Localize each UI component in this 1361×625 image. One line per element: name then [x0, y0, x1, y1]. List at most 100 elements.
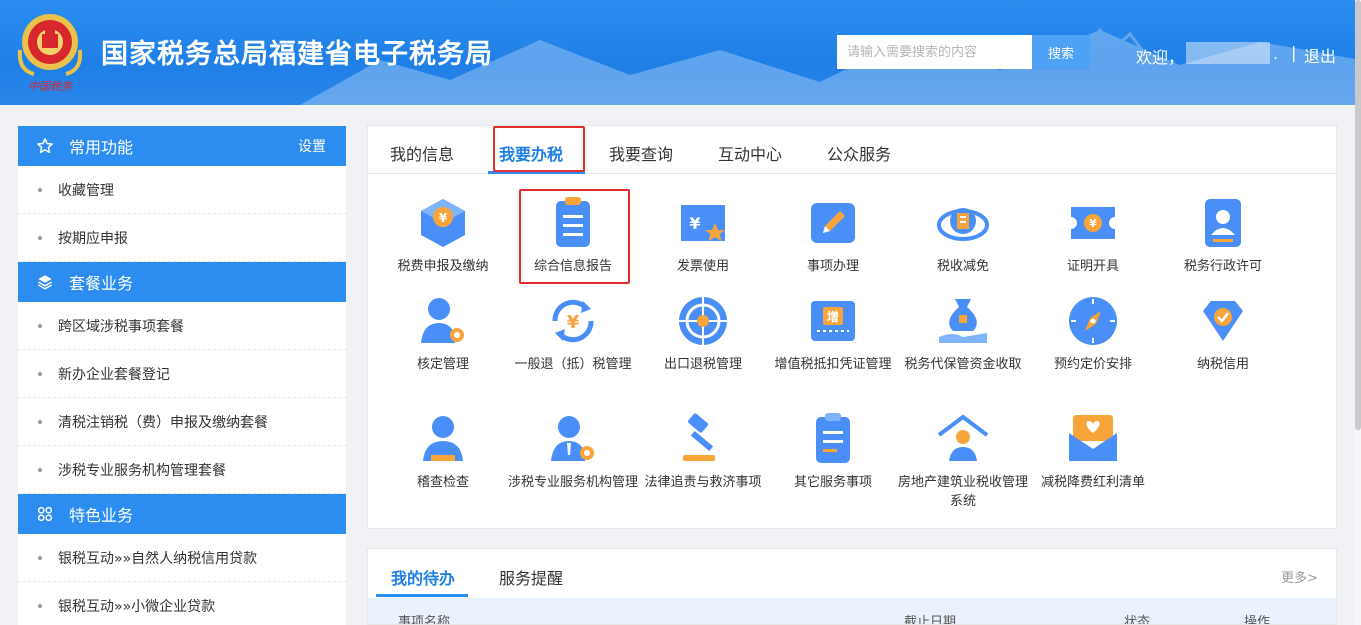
func-label: 减税降费红利清单: [1040, 475, 1145, 490]
diamond-check-icon: [1203, 301, 1243, 341]
col-action: 操作: [1244, 615, 1271, 625]
func-label: 证明开具: [1066, 259, 1119, 274]
sidebar-item-label: 收藏管理: [58, 182, 114, 199]
tab-query[interactable]: 我要查询: [609, 141, 673, 165]
sidebar-item-periodic-declare[interactable]: 按期应申报: [18, 214, 346, 262]
func-other-services[interactable]: 其它服务事项: [768, 409, 898, 492]
bullet-icon: [38, 603, 42, 608]
func-vat-voucher[interactable]: 增 增值税抵扣凭证管理: [768, 291, 898, 374]
func-refund[interactable]: ¥ 一般退（抵）税管理: [508, 291, 638, 374]
sidebar-item-cross-region[interactable]: 跨区域涉税事项套餐: [18, 302, 346, 350]
star-icon: [33, 134, 57, 158]
sidebar-section-common: 常用功能 设置: [18, 126, 346, 166]
func-real-estate[interactable]: 房地产建筑业税收管理系统: [898, 409, 1028, 511]
todo-table-header: 事项名称 截止日期 状态 操作: [368, 598, 1336, 625]
sidebar-section-special: 特色业务: [18, 494, 346, 534]
more-link[interactable]: 更多>: [1281, 567, 1318, 586]
func-label: 涉税专业服务机构管理: [508, 475, 639, 490]
sidebar-item-favorites[interactable]: 收藏管理: [18, 166, 346, 214]
func-admin-license[interactable]: 税务行政许可: [1158, 193, 1288, 276]
gavel-icon: [683, 413, 715, 461]
envelope-heart-icon: [1069, 415, 1117, 461]
func-label: 其它服务事项: [793, 475, 872, 490]
settings-link[interactable]: 设置: [298, 136, 326, 156]
bullet-icon: [38, 419, 42, 424]
func-certificate[interactable]: ¥ 证明开具: [1028, 193, 1158, 276]
agency-gear-icon: [551, 416, 594, 461]
sidebar-item-label: 银税互动»»自然人纳税信用贷款: [58, 550, 258, 567]
license-icon: [1205, 199, 1241, 247]
tab-my-todo[interactable]: 我的待办: [391, 565, 455, 589]
section-title: 套餐业务: [69, 274, 134, 293]
sidebar-item-label: 银税互动»»小微企业贷款: [58, 598, 216, 615]
sidebar-item-label: 新办企业套餐登记: [58, 366, 170, 383]
sidebar-item-sme-loan[interactable]: 银税互动»»小微企业贷款: [18, 582, 346, 625]
tab-my-info[interactable]: 我的信息: [390, 141, 454, 165]
func-agency-mgmt[interactable]: 涉税专业服务机构管理: [508, 409, 638, 492]
func-tax-relief[interactable]: 税收减免: [898, 193, 1028, 276]
sidebar-item-label: 清税注销税（费）申报及缴纳套餐: [58, 414, 268, 431]
func-label: 法律追责与救济事项: [644, 475, 762, 490]
search-input[interactable]: [837, 35, 1032, 69]
vat-voucher-icon: 增: [811, 301, 855, 341]
func-tax-declare[interactable]: ¥ 税费申报及缴纳: [378, 193, 508, 276]
func-tax-cut-list[interactable]: 减税降费红利清单: [1028, 409, 1158, 492]
func-export-refund[interactable]: 出口退税管理: [638, 291, 768, 374]
site-title: 国家税务总局福建省电子税务局: [101, 39, 493, 70]
tab-public-service[interactable]: 公众服务: [827, 141, 891, 165]
bullet-icon: [38, 235, 42, 240]
func-label: 预约定价安排: [1053, 357, 1132, 372]
globe-icon: [679, 297, 727, 345]
func-label: 增值税抵扣凭证管理: [774, 357, 892, 372]
func-label: 一般退（抵）税管理: [514, 357, 632, 372]
sidebar-item-agency-package[interactable]: 涉税专业服务机构管理套餐: [18, 446, 346, 494]
tab-service-reminder[interactable]: 服务提醒: [499, 565, 563, 589]
tax-declare-icon: ¥: [421, 199, 465, 247]
func-label: 房地产建筑业税收管理系统: [898, 475, 1029, 509]
pen-edit-icon: [811, 203, 855, 243]
func-matters[interactable]: 事项办理: [768, 193, 898, 276]
compass-icon: [1069, 297, 1117, 345]
page-scrollbar[interactable]: [1355, 0, 1361, 625]
sidebar-section-package: 套餐业务: [18, 262, 346, 302]
refund-icon: ¥: [552, 299, 594, 343]
func-label: 税费申报及缴纳: [397, 259, 489, 274]
svg-text:¥: ¥: [567, 312, 580, 333]
search-button[interactable]: 搜索: [1032, 35, 1090, 69]
username-dot: .: [1273, 44, 1279, 63]
tax-relief-icon: [937, 208, 989, 241]
person-gear-icon: [421, 298, 464, 343]
layers-icon: [33, 270, 57, 294]
sidebar-item-label: 按期应申报: [58, 230, 128, 247]
func-custody-funds[interactable]: 税务代保管资金收取: [898, 291, 1028, 374]
house-person-icon: [937, 414, 989, 461]
sidebar-item-personal-credit-loan[interactable]: 银税互动»»自然人纳税信用贷款: [18, 534, 346, 582]
func-legal-remedy[interactable]: 法律追责与救济事项: [638, 409, 768, 492]
func-label: 税务代保管资金收取: [904, 357, 1022, 372]
certificate-icon: ¥: [1071, 207, 1115, 239]
sidebar-item-new-enterprise[interactable]: 新办企业套餐登记: [18, 350, 346, 398]
tax-emblem-logo: 中国税务: [17, 14, 83, 93]
col-item-name: 事项名称: [398, 615, 451, 625]
func-advance-pricing[interactable]: 预约定价安排: [1028, 291, 1158, 374]
sidebar-item-deregistration[interactable]: 清税注销税（费）申报及缴纳套餐: [18, 398, 346, 446]
inspector-icon: [423, 416, 463, 461]
func-invoice[interactable]: ¥ 发票使用: [638, 193, 768, 276]
func-label: 纳税信用: [1196, 357, 1249, 372]
func-label: 综合信息报告: [533, 259, 612, 274]
scrollbar-thumb[interactable]: [1355, 0, 1361, 430]
svg-text:¥: ¥: [439, 211, 448, 225]
bullet-icon: [38, 467, 42, 472]
svg-text:¥: ¥: [1089, 217, 1097, 230]
func-assessment[interactable]: 核定管理: [378, 291, 508, 374]
tab-interaction[interactable]: 互动中心: [718, 141, 782, 165]
func-label: 发票使用: [676, 259, 729, 274]
func-label: 出口退税管理: [663, 357, 742, 372]
bullet-icon: [38, 371, 42, 376]
func-inspection[interactable]: 稽查检查: [378, 409, 508, 492]
func-label: 税务行政许可: [1183, 259, 1262, 274]
func-info-report[interactable]: 综合信息报告: [508, 193, 638, 276]
logout-link[interactable]: 退出: [1304, 43, 1336, 67]
func-tax-credit[interactable]: 纳税信用: [1158, 291, 1288, 374]
header-separator: |: [1291, 43, 1297, 62]
